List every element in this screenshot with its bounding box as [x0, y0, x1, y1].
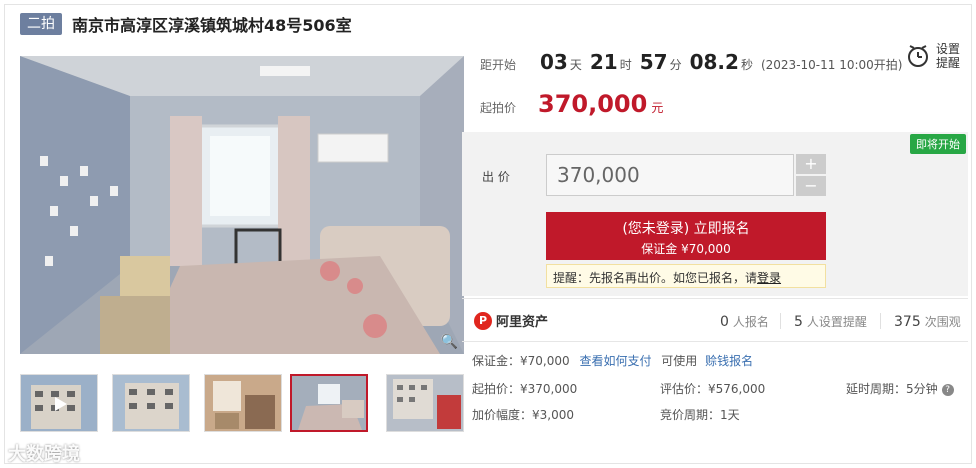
start-price-unit: 元: [651, 101, 664, 115]
remind-label: 人设置提醒: [806, 315, 867, 329]
registered-label: 人报名: [732, 315, 769, 329]
countdown-days: 03: [540, 50, 568, 74]
thumbnail[interactable]: [386, 374, 464, 432]
thumbnail[interactable]: [112, 374, 190, 432]
set-reminder-button[interactable]: 设置 提醒: [906, 42, 966, 70]
register-button-label: (您未登录) 立即报名: [622, 221, 750, 237]
register-deposit-label: 保证金 ¥70,000: [641, 242, 731, 256]
divider: [780, 313, 781, 329]
reminder-line1: 设置: [936, 42, 961, 56]
delay-period-text: 延时周期：5分钟: [846, 382, 938, 396]
view-label: 次围观: [924, 315, 961, 329]
countdown: 距开始 03 天 21 时 57 分 08.2 秒 (2023-10-11 10…: [480, 50, 902, 74]
loan-register-link[interactable]: 赊钱报名: [705, 354, 753, 368]
login-tip: 提醒：先报名再出价。如您已报名，请登录: [546, 264, 826, 288]
start-price-label: 起拍价: [480, 101, 517, 115]
appraisal-detail: 评估价：¥576,000: [660, 382, 766, 396]
countdown-seconds: 08.2: [689, 50, 739, 74]
stats-bar: P 阿里资产 0 人报名 5 人设置提醒 375 次围观: [462, 298, 968, 342]
remind-stat: 5 人设置提醒: [794, 313, 867, 330]
ali-logo-text: 阿里资产: [496, 315, 549, 330]
thumbnail-active[interactable]: [290, 374, 368, 432]
delay-period-detail: 延时周期：5分钟?: [846, 380, 954, 397]
bid-label: 出 价: [482, 170, 510, 184]
help-icon[interactable]: ?: [941, 383, 954, 396]
decrease-bid-button[interactable]: −: [796, 176, 826, 196]
divider: [880, 313, 881, 329]
watermark: 大数跨境: [8, 444, 80, 465]
deposit-info: 保证金：¥70,000 查看如何支付 可使用 赊钱报名: [472, 352, 753, 369]
thumbnail-strip: [20, 374, 464, 432]
start-price: 起拍价 370,000 元: [480, 90, 663, 118]
how-to-pay-link[interactable]: 查看如何支付: [579, 354, 651, 368]
increment-detail: 加价幅度：¥3,000: [472, 408, 574, 422]
view-count: 375: [894, 314, 921, 330]
register-now-button[interactable]: (您未登录) 立即报名 保证金 ¥70,000: [546, 212, 826, 260]
page-title: 南京市高淳区淳溪镇筑城村48号506室: [72, 16, 352, 35]
thumbnail[interactable]: [204, 374, 282, 432]
ali-assets-logo: P 阿里资产: [474, 311, 548, 330]
countdown-days-unit: 天: [569, 58, 582, 72]
bid-amount-input[interactable]: 370,000: [546, 154, 794, 196]
ali-logo-icon: P: [474, 311, 492, 330]
auction-period-detail: 竞价周期：1天: [660, 408, 740, 422]
room-photo: [20, 56, 464, 354]
zoom-icon[interactable]: 🔍: [441, 334, 458, 350]
countdown-seconds-unit: 秒: [740, 58, 753, 72]
increase-bid-button[interactable]: +: [796, 154, 826, 174]
registered-count: 0: [720, 314, 729, 330]
reminder-line2: 提醒: [936, 56, 961, 70]
start-time-note: (2023-10-11 10:00开拍): [760, 58, 903, 72]
header: 二拍 南京市高淳区淳溪镇筑城村48号506室: [20, 12, 352, 36]
usable-text: 可使用: [661, 354, 698, 368]
thumbnail[interactable]: [20, 374, 98, 432]
alarm-clock-icon: [908, 45, 928, 67]
login-link[interactable]: 登录: [757, 271, 781, 285]
registered-stat: 0 人报名: [720, 313, 769, 330]
countdown-minutes-unit: 分: [669, 58, 682, 72]
set-reminder-label: 设置 提醒: [936, 42, 966, 70]
remind-count: 5: [794, 314, 803, 330]
tip-text: 提醒：先报名再出价。如您已报名，请: [553, 271, 758, 285]
status-badge: 即将开始: [910, 134, 966, 154]
main-photo[interactable]: 🔍: [20, 56, 464, 354]
start-price-detail: 起拍价：¥370,000: [472, 382, 578, 396]
bid-panel: 即将开始 出 价 370,000 + − (您未登录) 立即报名 保证金 ¥70…: [462, 132, 968, 296]
round-badge: 二拍: [20, 13, 62, 35]
countdown-minutes: 57: [639, 50, 668, 74]
view-stat: 375 次围观: [894, 313, 961, 330]
deposit-text: 保证金：¥70,000: [472, 354, 570, 368]
countdown-label: 距开始: [480, 58, 517, 72]
start-price-value: 370,000: [538, 90, 648, 118]
countdown-hours: 21: [589, 50, 618, 74]
countdown-hours-unit: 时: [619, 58, 632, 72]
